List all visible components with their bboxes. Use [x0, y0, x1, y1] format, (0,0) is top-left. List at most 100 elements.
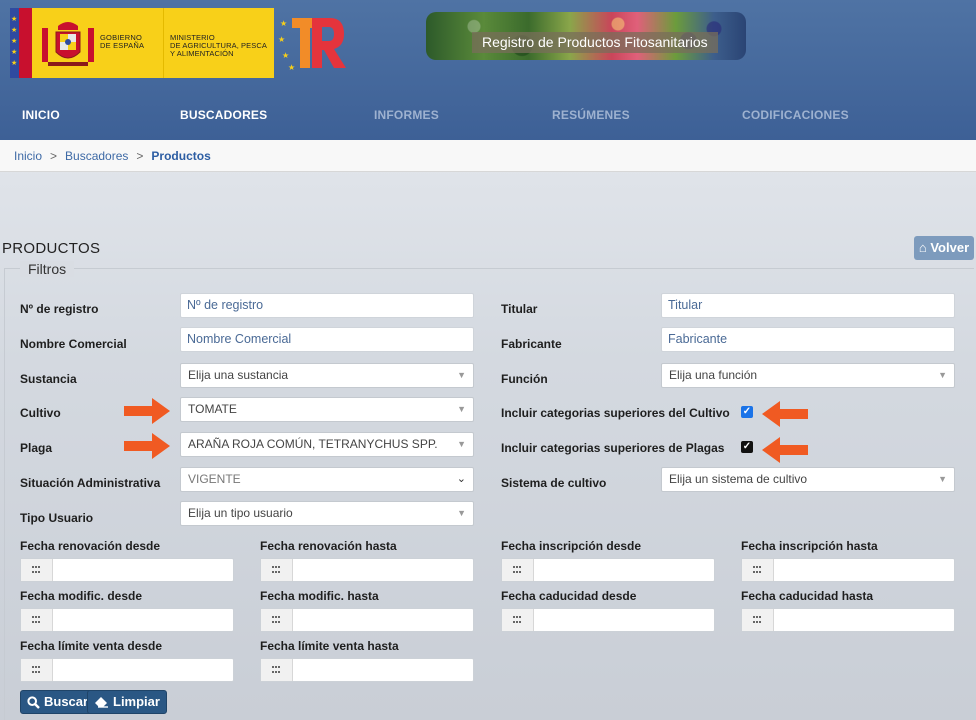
caret-down-icon: ▼: [457, 439, 466, 449]
banner-title: Registro de Productos Fitosanitarios: [472, 32, 718, 53]
calendar-icon[interactable]: [21, 659, 53, 681]
nav-resumenes[interactable]: RESÚMENES: [552, 108, 630, 122]
fecha-limite-venta-desde-input[interactable]: [20, 658, 234, 682]
svg-text:★: ★: [278, 35, 285, 44]
fecha-caducidad-hasta-label: Fecha caducidad hasta: [741, 589, 874, 603]
calendar-icon[interactable]: [502, 609, 534, 631]
funcion-select[interactable]: Elija una función ▼: [661, 363, 955, 388]
fecha-inscripcion-desde-label: Fecha inscripción desde: [501, 539, 642, 553]
sistema-cultivo-value: Elija un sistema de cultivo: [669, 472, 808, 486]
titular-label: Titular: [501, 302, 538, 316]
buscar-label: Buscar: [44, 694, 89, 709]
site-header: ★ ★ ★ ★ ★ GOBIERNO DE ESPAÑA MINISTERIO DE A…: [0, 0, 976, 140]
nav-codificaciones[interactable]: CODIFICACIONES: [742, 108, 849, 122]
main-nav: INICIO BUSCADORES INFORMES RESÚMENES COD…: [0, 100, 976, 132]
cultivo-label: Cultivo: [20, 406, 61, 420]
page-title: PRODUCTOS: [2, 240, 101, 257]
limpiar-button[interactable]: Limpiar: [87, 690, 167, 714]
back-button[interactable]: ⌂ Volver: [914, 236, 974, 260]
fecha-inscripcion-hasta-input[interactable]: [741, 558, 955, 582]
funcion-label: Función: [501, 372, 548, 386]
titular-input[interactable]: Titular: [661, 293, 955, 318]
fecha-renovacion-hasta-label: Fecha renovación hasta: [260, 539, 397, 553]
home-icon: ⌂: [918, 240, 927, 255]
coat-of-arms-icon: [42, 22, 94, 66]
sistema-cultivo-label: Sistema de cultivo: [501, 476, 607, 490]
fecha-renovacion-desde-input[interactable]: [20, 558, 234, 582]
ministry-text: MINISTERIO DE AGRICULTURA, PESCA Y ALIME…: [170, 33, 267, 58]
recovery-plan-logo: ★ ★ ★ ★: [278, 18, 346, 72]
annotation-arrow-left-icon: [762, 401, 808, 427]
tipo-usuario-select[interactable]: Elija un tipo usuario ▼: [180, 501, 474, 526]
sustancia-select[interactable]: Elija una sustancia ▼: [180, 363, 474, 388]
nav-informes[interactable]: INFORMES: [374, 108, 439, 122]
registry-banner[interactable]: Registro de Productos Fitosanitarios: [426, 12, 746, 60]
funcion-value: Elija una función: [669, 368, 758, 382]
breadcrumb-separator: >: [136, 149, 144, 163]
calendar-icon[interactable]: [261, 609, 293, 631]
tipo-usuario-value: Elija un tipo usuario: [188, 506, 293, 520]
fecha-caducidad-desde-label: Fecha caducidad desde: [501, 589, 637, 603]
eu-stars-icon: ★ ★ ★ ★ ★: [11, 16, 18, 67]
fecha-modific-hasta-label: Fecha modific. hasta: [260, 589, 379, 603]
registro-label: Nº de registro: [20, 302, 99, 316]
plaga-select[interactable]: ARAÑA ROJA COMÚN, TETRANYCHUS SPP. ▼: [180, 432, 474, 457]
breadcrumb-inicio[interactable]: Inicio: [14, 149, 42, 163]
calendar-icon[interactable]: [742, 559, 774, 581]
sistema-cultivo-select[interactable]: Elija un sistema de cultivo ▼: [661, 467, 955, 492]
fabricante-input[interactable]: Fabricante: [661, 327, 955, 352]
fecha-modific-desde-label: Fecha modific. desde: [20, 589, 143, 603]
breadcrumb-current: Productos: [151, 149, 211, 163]
sustancia-value: Elija una sustancia: [188, 368, 289, 382]
nav-buscadores[interactable]: BUSCADORES: [180, 108, 267, 122]
incluir-plagas-checkbox[interactable]: ✓: [741, 441, 753, 453]
nav-inicio[interactable]: INICIO: [22, 108, 60, 122]
government-text: GOBIERNO DE ESPAÑA: [100, 33, 145, 50]
calendar-icon[interactable]: [21, 609, 53, 631]
chevron-down-icon: ⌄: [456, 473, 466, 485]
fecha-limite-venta-desde-label: Fecha límite venta desde: [20, 639, 163, 653]
svg-text:★: ★: [288, 63, 295, 72]
caret-down-icon: ▼: [938, 370, 947, 380]
registro-input[interactable]: Nº de registro: [180, 293, 474, 318]
annotation-arrow-right-icon: [124, 398, 170, 424]
eraser-icon: [95, 697, 108, 708]
fecha-modific-hasta-input[interactable]: [260, 608, 474, 632]
fecha-renovacion-desde-label: Fecha renovación desde: [20, 539, 161, 553]
situacion-label: Situación Administrativa: [20, 476, 161, 490]
breadcrumb-buscadores[interactable]: Buscadores: [65, 149, 128, 163]
nombre-comercial-input[interactable]: Nombre Comercial: [180, 327, 474, 352]
incluir-cultivo-label: Incluir categorias superiores del Cultiv…: [501, 406, 730, 420]
breadcrumb-separator: >: [50, 149, 58, 163]
situacion-value: VIGENTE: [188, 472, 241, 486]
plaga-value: ARAÑA ROJA COMÚN, TETRANYCHUS SPP.: [188, 437, 438, 451]
fecha-limite-venta-hasta-input[interactable]: [260, 658, 474, 682]
buscar-button[interactable]: Buscar: [20, 690, 96, 714]
filters-legend: Filtros: [20, 261, 75, 277]
fecha-modific-desde-input[interactable]: [20, 608, 234, 632]
calendar-icon[interactable]: [261, 559, 293, 581]
fecha-limite-venta-hasta-label: Fecha límite venta hasta: [260, 639, 399, 653]
calendar-icon[interactable]: [261, 659, 293, 681]
incluir-cultivo-checkbox[interactable]: ✓: [741, 406, 753, 418]
calendar-icon[interactable]: [742, 609, 774, 631]
fecha-renovacion-hasta-input[interactable]: [260, 558, 474, 582]
fieldset-border-left: [4, 268, 5, 720]
cultivo-select[interactable]: TOMATE ▼: [180, 397, 474, 422]
fecha-inscripcion-desde-input[interactable]: [501, 558, 715, 582]
eu-flag-stripe: ★ ★ ★ ★ ★: [10, 8, 32, 78]
caret-down-icon: ▼: [938, 474, 947, 484]
nombre-comercial-label: Nombre Comercial: [20, 337, 127, 351]
calendar-icon[interactable]: [21, 559, 53, 581]
situacion-select[interactable]: VIGENTE ⌄: [180, 467, 474, 492]
limpiar-label: Limpiar: [113, 694, 160, 709]
annotation-arrow-right-icon: [124, 433, 170, 459]
government-logo[interactable]: ★ ★ ★ ★ ★ GOBIERNO DE ESPAÑA MINISTERIO DE A…: [10, 8, 274, 78]
calendar-icon[interactable]: [502, 559, 534, 581]
fieldset-border: [4, 268, 974, 269]
caret-down-icon: ▼: [457, 508, 466, 518]
fecha-caducidad-desde-input[interactable]: [501, 608, 715, 632]
fecha-caducidad-hasta-input[interactable]: [741, 608, 955, 632]
plaga-label: Plaga: [20, 441, 53, 455]
breadcrumb: Inicio > Buscadores > Productos: [0, 140, 976, 172]
